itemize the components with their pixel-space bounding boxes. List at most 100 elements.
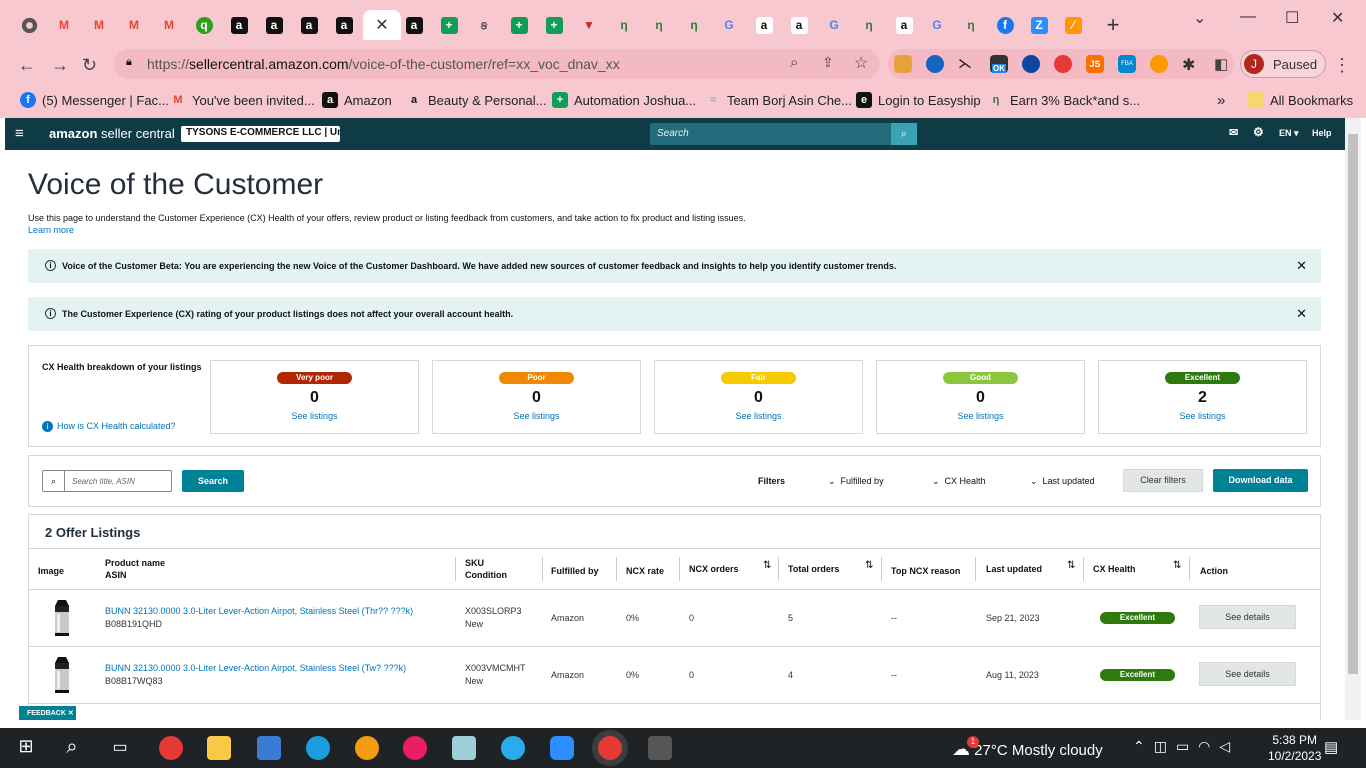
bookmark-item[interactable]: e Login to Easyship: [856, 92, 981, 108]
chrome-active-icon[interactable]: [598, 736, 622, 760]
tab-qb[interactable]: q: [189, 10, 219, 40]
address-bar[interactable]: 🔒︎ https://sellercentral.amazon.com/voic…: [114, 49, 880, 79]
mail-icon[interactable]: ✉: [1229, 126, 1238, 139]
tab-gmail[interactable]: M: [154, 10, 184, 40]
zoom-icon[interactable]: ⌕: [790, 54, 798, 71]
see-details-button[interactable]: See details: [1199, 605, 1296, 629]
tab-amazon[interactable]: a: [784, 10, 814, 40]
learn-more-link[interactable]: Learn more: [28, 225, 74, 235]
tab-active-close-icon[interactable]: ✕: [363, 10, 401, 40]
product-name-link[interactable]: BUNN 32130.0000 3.0-Liter Lever-Action A…: [105, 606, 413, 616]
tab-gmail[interactable]: M: [119, 10, 149, 40]
notifications-icon[interactable]: ▤: [1324, 738, 1338, 756]
task-view-icon[interactable]: ▭: [108, 736, 132, 760]
seller-central-logo[interactable]: amazon seller central: [49, 126, 175, 141]
sort-icon[interactable]: ⇅: [1173, 560, 1181, 571]
maximize-icon[interactable]: ☐: [1285, 8, 1299, 28]
feedback-tab[interactable]: FEEDBACK ✕: [19, 706, 76, 720]
extension-icon[interactable]: [894, 55, 912, 73]
scrollbar-thumb[interactable]: [1348, 134, 1358, 674]
download-data-button[interactable]: Download data: [1213, 469, 1308, 492]
back-icon[interactable]: ←: [18, 55, 36, 76]
tab-search-chevron-icon[interactable]: ⌄: [1193, 8, 1206, 28]
windows-start-icon[interactable]: ⊞: [14, 736, 38, 760]
new-tab-icon[interactable]: +: [1098, 10, 1128, 40]
header-search-icon[interactable]: ⌕: [891, 123, 917, 145]
filter-fulfilled-by[interactable]: ⌄ Fulfilled by: [828, 476, 884, 487]
extension-icon[interactable]: [926, 55, 944, 73]
extension-js-icon[interactable]: JS: [1086, 55, 1104, 73]
bookmarks-more-icon[interactable]: »: [1217, 92, 1225, 109]
tab-cashback[interactable]: ƞ: [679, 10, 709, 40]
extension-icon[interactable]: [1022, 55, 1040, 73]
extension-icon[interactable]: ⋋: [958, 55, 976, 73]
col-total-orders[interactable]: Total orders: [788, 564, 839, 574]
chrome-icon[interactable]: [159, 736, 183, 760]
see-listings-link[interactable]: See listings: [877, 411, 1084, 421]
slack-icon[interactable]: [403, 736, 427, 760]
file-explorer-icon[interactable]: [207, 736, 231, 760]
product-name-link[interactable]: BUNN 32130.0000 3.0-Liter Lever-Action A…: [105, 663, 406, 673]
bookmark-item[interactable]: M You've been invited...: [170, 92, 314, 108]
filter-cx-health[interactable]: ⌄ CX Health: [932, 476, 986, 487]
filter-last-updated[interactable]: ⌄ Last updated: [1030, 476, 1095, 487]
app-icon[interactable]: [452, 736, 476, 760]
tab-cashback[interactable]: ƞ: [609, 10, 639, 40]
tab-sheets[interactable]: +: [434, 10, 464, 40]
tab-amazon[interactable]: a: [399, 10, 429, 40]
tab-amazon[interactable]: a: [294, 10, 324, 40]
bookmark-item[interactable]: a Beauty & Personal...: [406, 92, 547, 108]
extension-icon[interactable]: [1054, 55, 1072, 73]
sort-icon[interactable]: ⇅: [865, 560, 873, 571]
minimize-icon[interactable]: —: [1240, 8, 1256, 26]
tab-cashback[interactable]: ƞ: [956, 10, 986, 40]
calculator-icon[interactable]: [648, 736, 672, 760]
bookmark-item[interactable]: ≈ Team Borj Asin Che...: [705, 92, 852, 108]
col-last-updated[interactable]: Last updated: [986, 564, 1042, 574]
edge-icon[interactable]: [306, 736, 330, 760]
tab-cashback[interactable]: ƞ: [854, 10, 884, 40]
listing-search-input[interactable]: ⌕ Search title, ASIN: [42, 470, 172, 492]
app-icon[interactable]: [355, 736, 379, 760]
tab-amazon[interactable]: a: [224, 10, 254, 40]
tab-gmail[interactable]: M: [49, 10, 79, 40]
see-listings-link[interactable]: See listings: [211, 411, 418, 421]
sort-icon[interactable]: ⇅: [763, 560, 771, 571]
tab-gmail[interactable]: M: [84, 10, 114, 40]
tab-facebook[interactable]: f: [990, 10, 1020, 40]
tab-amazon[interactable]: a: [259, 10, 289, 40]
gear-icon[interactable]: ⚙: [1253, 125, 1264, 139]
zoho-icon[interactable]: [550, 736, 574, 760]
chrome-icon[interactable]: [14, 10, 44, 40]
close-icon[interactable]: ✕: [1296, 258, 1307, 274]
tab-other[interactable]: ꞩ: [469, 10, 499, 40]
tab-other[interactable]: ⁄: [1058, 10, 1088, 40]
search-icon[interactable]: ⌕: [60, 736, 84, 760]
see-listings-link[interactable]: See listings: [1099, 411, 1306, 421]
see-details-button[interactable]: See details: [1199, 662, 1296, 686]
tab-amazon[interactable]: a: [889, 10, 919, 40]
extension-icon[interactable]: [1150, 55, 1168, 73]
tab-google[interactable]: G: [819, 10, 849, 40]
app-icon[interactable]: [257, 736, 281, 760]
col-ncx-orders[interactable]: NCX orders: [689, 564, 739, 574]
tab-sheets[interactable]: +: [504, 10, 534, 40]
tab-amazon[interactable]: a: [749, 10, 779, 40]
menu-kebab-icon[interactable]: ⋮: [1333, 55, 1351, 76]
bookmark-item[interactable]: a Amazon: [322, 92, 392, 108]
header-search-input[interactable]: Search: [650, 123, 892, 145]
tab-google[interactable]: G: [714, 10, 744, 40]
all-bookmarks[interactable]: All Bookmarks: [1248, 92, 1353, 108]
account-switcher[interactable]: TYSONS E-COMMERCE LLC | Uni...: [181, 126, 340, 142]
bookmark-item[interactable]: + Automation Joshua...: [552, 92, 696, 108]
close-window-icon[interactable]: ✕: [1331, 8, 1344, 28]
bookmark-star-icon[interactable]: ☆: [854, 53, 868, 73]
page-scrollbar[interactable]: [1345, 118, 1361, 720]
help-link[interactable]: Help: [1312, 128, 1332, 138]
tab-other[interactable]: ▼: [574, 10, 604, 40]
extension-fba-icon[interactable]: FBA: [1118, 55, 1136, 73]
language-selector[interactable]: EN ▾: [1279, 128, 1299, 139]
tab-amazon[interactable]: a: [329, 10, 359, 40]
forward-icon[interactable]: →: [51, 55, 69, 76]
tab-google[interactable]: G: [922, 10, 952, 40]
